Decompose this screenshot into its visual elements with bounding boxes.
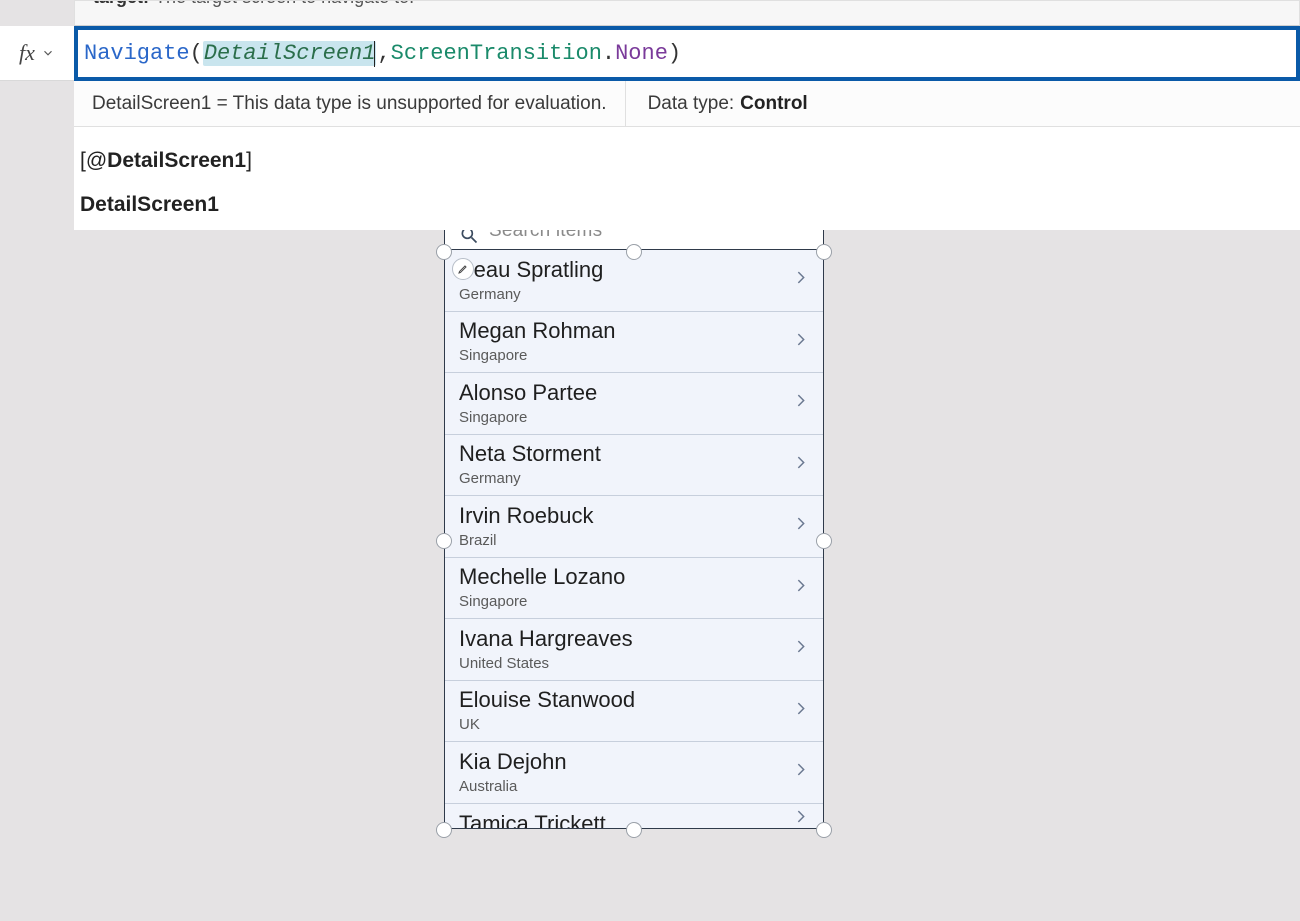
chevron-right-icon[interactable]	[793, 265, 809, 296]
fx-gutter[interactable]: fx	[0, 26, 74, 81]
fx-label: fx	[19, 40, 35, 66]
chevron-down-icon[interactable]	[41, 46, 55, 60]
search-icon	[459, 230, 479, 245]
bracket-open: [@	[80, 149, 107, 172]
item-name: Alonso Partee	[459, 381, 597, 405]
gallery-control[interactable]: Search items Beau Spratling Germany Mega…	[444, 230, 824, 829]
list-item[interactable]: Mechelle Lozano Singapore	[445, 558, 823, 620]
item-sub: Singapore	[459, 347, 616, 364]
formula-enum: ScreenTransition	[391, 41, 602, 66]
chevron-right-icon[interactable]	[793, 757, 809, 788]
formula-arg1: DetailScreen1	[203, 41, 377, 66]
item-sub: Brazil	[459, 532, 594, 549]
tooltip-label: target:	[93, 0, 149, 8]
evaluation-strip: DetailScreen1 = This data type is unsupp…	[74, 81, 1300, 127]
chevron-right-icon[interactable]	[793, 634, 809, 665]
formula-open: (	[190, 41, 203, 66]
selection-handle[interactable]	[436, 244, 452, 260]
edit-template-icon[interactable]	[452, 258, 474, 280]
intellisense-name: DetailScreen1	[80, 193, 219, 216]
item-name: Irvin Roebuck	[459, 504, 594, 528]
selection-handle[interactable]	[436, 822, 452, 838]
item-sub: United States	[459, 655, 633, 672]
item-name: Tamica Trickett	[459, 812, 606, 829]
selection-handle[interactable]	[626, 822, 642, 838]
item-name: Megan Rohman	[459, 319, 616, 343]
data-type: Data type: Control	[626, 81, 830, 126]
intellisense-item[interactable]: [@DetailScreen1]	[80, 139, 1300, 183]
item-name: Beau Spratling	[459, 258, 603, 282]
item-sub: Germany	[459, 286, 603, 303]
chevron-right-icon[interactable]	[793, 572, 809, 603]
text-caret	[374, 41, 375, 67]
selection-handle[interactable]	[626, 244, 642, 260]
list-item[interactable]: Alonso Partee Singapore	[445, 373, 823, 435]
list-item[interactable]: Elouise Stanwood UK	[445, 681, 823, 743]
item-name: Elouise Stanwood	[459, 688, 635, 712]
chevron-right-icon[interactable]	[793, 695, 809, 726]
item-sub: Germany	[459, 470, 601, 487]
chevron-right-icon[interactable]	[793, 511, 809, 542]
list-item[interactable]: Neta Storment Germany	[445, 435, 823, 497]
bracket-close: ]	[246, 149, 252, 172]
tooltip-desc: The target screen to navigate to.	[155, 0, 414, 8]
formula-member: None	[615, 41, 668, 66]
selection-handle[interactable]	[816, 822, 832, 838]
formula-comma: ,	[377, 41, 390, 66]
formula-close: )	[668, 41, 681, 66]
design-canvas[interactable]: Search items Beau Spratling Germany Mega…	[0, 230, 1300, 921]
chevron-right-icon[interactable]	[793, 449, 809, 480]
search-placeholder: Search items	[489, 230, 602, 242]
item-sub: Singapore	[459, 593, 625, 610]
chevron-right-icon[interactable]	[793, 388, 809, 419]
data-type-label: Data type:	[648, 93, 735, 115]
formula-func: Navigate	[84, 41, 190, 66]
item-name: Kia Dejohn	[459, 750, 567, 774]
formula-dot: .	[602, 41, 615, 66]
selection-handle[interactable]	[436, 533, 452, 549]
evaluation-result: DetailScreen1 = This data type is unsupp…	[74, 81, 626, 126]
selection-handle[interactable]	[816, 533, 832, 549]
item-name: Mechelle Lozano	[459, 565, 625, 589]
gallery-list[interactable]: Beau Spratling Germany Megan Rohman Sing…	[444, 250, 824, 829]
list-item[interactable]: Ivana Hargreaves United States	[445, 619, 823, 681]
item-name: Neta Storment	[459, 442, 601, 466]
intellisense-name: DetailScreen1	[107, 149, 246, 172]
param-tooltip: target: The target screen to navigate to…	[74, 0, 1300, 26]
data-type-value: Control	[740, 93, 808, 115]
item-sub: Australia	[459, 778, 567, 795]
list-item[interactable]: Kia Dejohn Australia	[445, 742, 823, 804]
chevron-right-icon[interactable]	[793, 803, 809, 829]
list-item[interactable]: Irvin Roebuck Brazil	[445, 496, 823, 558]
formula-bar[interactable]: Navigate ( DetailScreen1 , ScreenTransit…	[74, 26, 1300, 81]
item-sub: Singapore	[459, 409, 597, 426]
list-item[interactable]: Megan Rohman Singapore	[445, 312, 823, 374]
item-sub: UK	[459, 716, 635, 733]
item-name: Ivana Hargreaves	[459, 627, 633, 651]
intellisense-item[interactable]: DetailScreen1	[80, 183, 1300, 227]
intellisense-dropdown: [@DetailScreen1] DetailScreen1	[74, 127, 1300, 238]
selection-handle[interactable]	[816, 244, 832, 260]
chevron-right-icon[interactable]	[793, 326, 809, 357]
